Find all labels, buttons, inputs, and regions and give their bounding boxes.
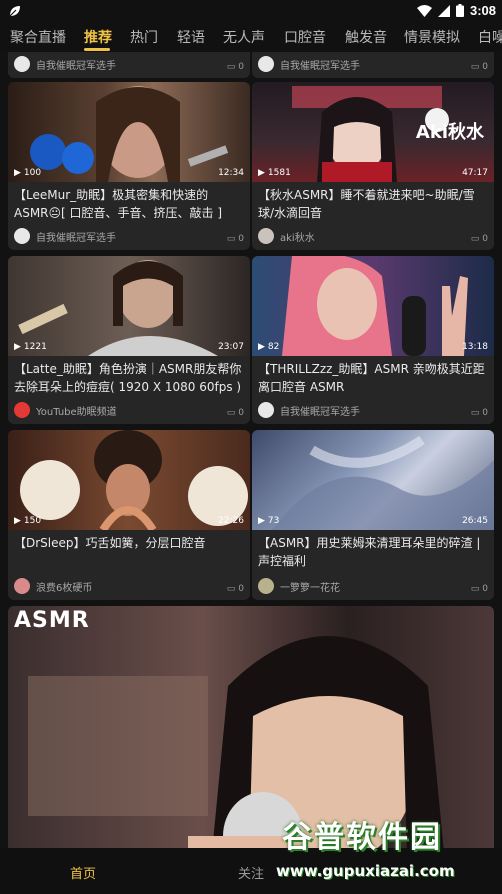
comment-count: ▭ 0 [226,408,244,418]
video-title[interactable]: 【ASMR】用史莱姆来清理耳朵里的碎渣 |声控福利 [258,534,490,570]
video-card-partial[interactable]: 自我催眠冠军选手 ▭ 0 [8,52,250,78]
video-thumbnail[interactable]: ▶ 1221 23:07 [8,256,250,356]
card-author: 自我催眠冠军选手 [14,56,116,72]
play-count: ▶ 100 [14,168,42,178]
play-count: ▶ 1581 [258,168,291,178]
wifi-icon [416,4,432,17]
author-avatar [14,56,30,72]
tab-roleplay[interactable]: 情景模拟 [404,27,460,47]
tab-whisper[interactable]: 轻语 [177,27,205,47]
video-duration: 12:34 [218,168,244,178]
video-card[interactable]: Aki秋水 ▶ 1581 47:17 【秋水ASMR】睡不着就进来吧~助眠/雪球/… [252,82,494,250]
watermark-title: 谷普软件园 [282,820,442,855]
video-thumbnail[interactable]: ▶ 82 13:18 [252,256,494,356]
active-tab-indicator [84,48,110,51]
play-icon: ▶ [14,342,21,352]
author-avatar [258,578,274,594]
category-tab-bar: 聚合直播 推荐 热门 轻语 无人声 口腔音 触发音 情景模拟 白噪 [0,22,502,52]
card-author: aki秋水 [258,228,315,244]
comment-icon: ▭ [470,584,480,594]
video-duration: 26:45 [462,516,488,526]
video-duration: 22:26 [218,516,244,526]
video-card[interactable]: ▶ 82 13:18 【THRILLZzz_助眠】ASMR 亲吻极其近距离口腔音 … [252,256,494,424]
tab-mouth-sounds[interactable]: 口腔音 [284,27,326,47]
watermark-url: www.gupuxiazai.com [276,862,455,880]
thumbnail-image [272,435,494,530]
site-watermark: 谷普软件园 www.gupuxiazai.com [272,810,500,894]
video-title[interactable]: 【DrSleep】巧舌如簧，分层口腔音 [14,534,246,552]
play-count: ▶ 82 [258,342,280,352]
status-bar: 3:08 [0,0,502,22]
thumbnail-image [282,256,468,356]
leaf-icon [9,6,20,17]
card-author: 一箩箩一花花 [258,578,340,594]
signal-icon [437,4,450,17]
card-author: 浪费6枚硬币 [14,578,92,594]
play-count: ▶ 73 [258,516,280,526]
nav-follow[interactable]: 关注 [238,863,264,882]
tab-white-noise[interactable]: 白噪 [478,27,502,47]
video-thumbnail[interactable]: ▶ 150 22:26 [8,430,250,530]
comment-count: ▭ 0 [226,234,244,244]
featured-overlay-title: ASMR [14,608,90,633]
thumbnail-image [20,430,248,530]
comment-count: ▭ 0 [470,584,488,594]
thumbnail-overlay-title: Aki秋水 [415,122,484,143]
comment-count: ▭ 0 [470,62,488,72]
tab-recommend[interactable]: 推荐 [84,27,112,47]
tab-no-voice[interactable]: 无人声 [223,27,265,47]
author-avatar [14,578,30,594]
thumbnail-image [30,86,229,182]
play-icon: ▶ [258,516,265,526]
author-avatar [14,228,30,244]
video-card[interactable]: ▶ 73 26:45 【ASMR】用史莱姆来清理耳朵里的碎渣 |声控福利 一箩箩一… [252,430,494,600]
video-title[interactable]: 【Latte_助眠】角色扮演｜ASMR朋友帮你去除耳朵上的痘痘( 1920 X … [14,360,246,396]
video-title[interactable]: 【LeeMur_助眠】极其密集和快速的 ASMR😐[ 口腔音、手音、挤压、敲击 … [14,186,246,222]
author-avatar [258,228,274,244]
comment-icon: ▭ [470,408,480,418]
video-thumbnail[interactable]: Aki秋水 ▶ 1581 47:17 [252,82,494,182]
video-card[interactable]: ▶ 1221 23:07 【Latte_助眠】角色扮演｜ASMR朋友帮你去除耳朵上… [8,256,250,424]
video-card[interactable]: ▶ 100 12:34 【LeeMur_助眠】极其密集和快速的 ASMR😐[ 口腔… [8,82,250,250]
comment-icon: ▭ [226,408,236,418]
comment-icon: ▭ [226,234,236,244]
video-duration: 47:17 [462,168,488,178]
tab-hot[interactable]: 热门 [130,27,158,47]
author-avatar [258,56,274,72]
play-icon: ▶ [14,168,21,178]
video-card[interactable]: ▶ 150 22:26 【DrSleep】巧舌如簧，分层口腔音 浪费6枚硬币 ▭ 0 [8,430,250,600]
thumbnail-image [18,260,218,356]
comment-count: ▭ 0 [226,584,244,594]
card-author: 自我催眠冠军选手 [258,56,360,72]
card-author: YouTube助眠频道 [14,402,117,418]
comment-icon: ▭ [470,62,480,72]
tab-live[interactable]: 聚合直播 [10,27,66,47]
play-icon: ▶ [258,342,265,352]
video-thumbnail[interactable]: ▶ 100 12:34 [8,82,250,182]
video-title[interactable]: 【THRILLZzz_助眠】ASMR 亲吻极其近距离口腔音 ASMR [258,360,490,396]
comment-count: ▭ 0 [470,408,488,418]
tab-triggers[interactable]: 触发音 [345,27,387,47]
video-title[interactable]: 【秋水ASMR】睡不着就进来吧~助眠/雪球/水滴回音 [258,186,490,222]
card-author: 自我催眠冠军选手 [258,402,360,418]
video-card-partial[interactable]: 自我催眠冠军选手 ▭ 0 [252,52,494,78]
video-duration: 23:07 [218,342,244,352]
comment-count: ▭ 0 [226,62,244,72]
video-duration: 13:18 [462,342,488,352]
card-author: 自我催眠冠军选手 [14,228,116,244]
author-avatar [14,402,30,418]
nav-home[interactable]: 首页 [70,863,96,882]
author-avatar [258,402,274,418]
battery-icon [455,4,464,17]
play-count: ▶ 150 [14,516,42,526]
play-count: ▶ 1221 [14,342,47,352]
play-icon: ▶ [14,516,21,526]
comment-icon: ▭ [226,62,236,72]
status-time: 3:08 [469,3,496,18]
video-thumbnail[interactable]: ▶ 73 26:45 [252,430,494,530]
play-icon: ▶ [258,168,265,178]
comment-icon: ▭ [470,234,480,244]
comment-icon: ▭ [226,584,236,594]
comment-count: ▭ 0 [470,234,488,244]
